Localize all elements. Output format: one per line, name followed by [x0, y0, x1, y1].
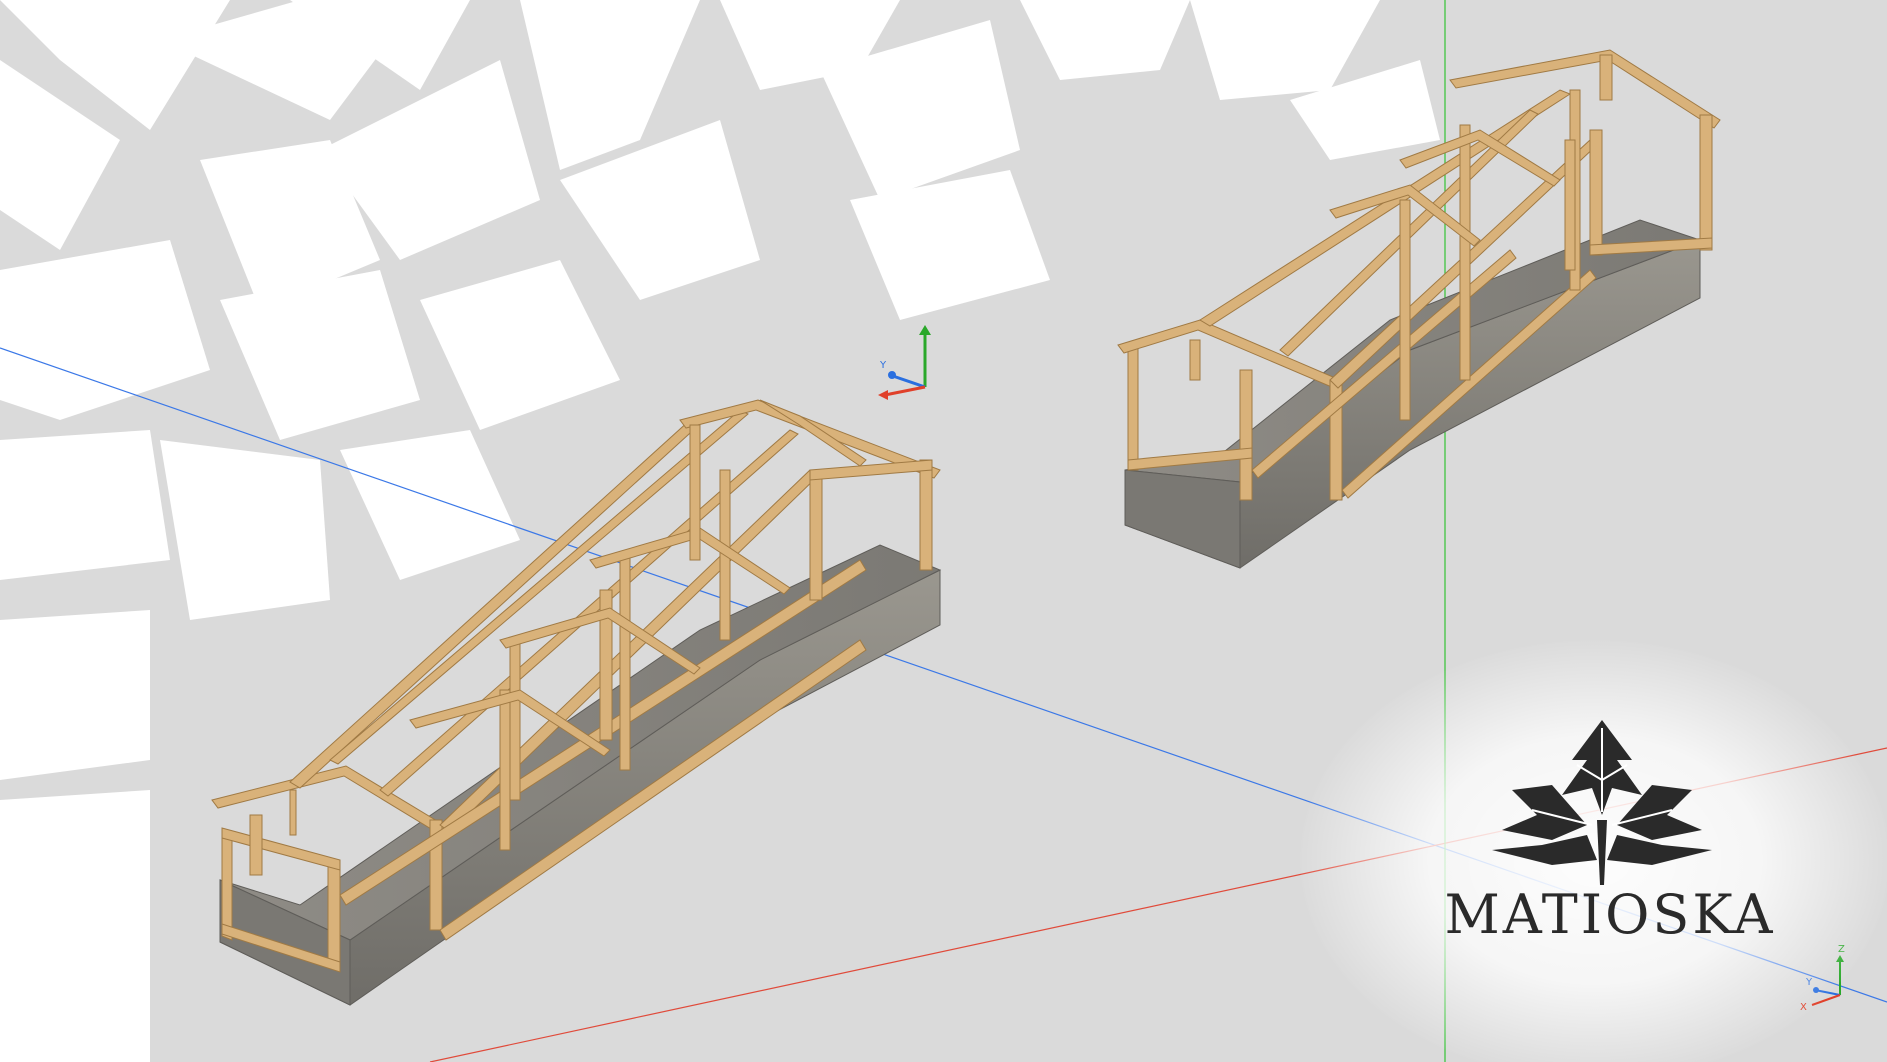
gizmo-label-y-corner: Y — [1805, 977, 1813, 988]
axis-gizmo-corner[interactable]: Z Y X — [1800, 944, 1845, 1013]
brand-logo: MATIOSKA — [1430, 720, 1790, 950]
axis-gizmo-left[interactable]: Y — [878, 325, 931, 400]
gizmo-label-x: X — [1800, 1002, 1807, 1013]
gizmo-label-z: Z — [1838, 944, 1845, 955]
gizmo-label-y: Y — [879, 360, 887, 371]
brand-name: MATIOSKA — [1444, 883, 1776, 946]
maple-leaf-icon — [1492, 720, 1712, 885]
3d-viewport[interactable]: Y Z Y X MATIOSKA — [0, 0, 1887, 1062]
